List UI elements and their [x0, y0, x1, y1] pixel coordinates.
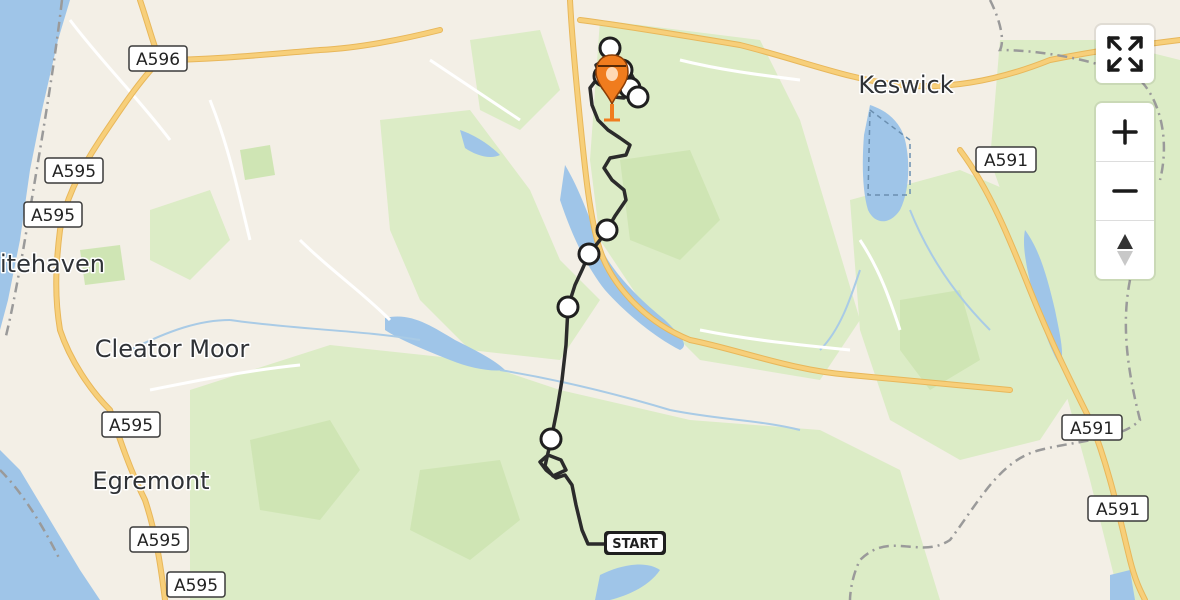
route-start-marker[interactable]: START — [604, 531, 666, 555]
road-shield-a591: A591 — [975, 146, 1037, 173]
road-shield-a591: A591 — [1087, 495, 1149, 522]
svg-text:A595: A595 — [31, 206, 75, 226]
place-label-egremont: Egremont — [92, 467, 209, 495]
reset-bearing-button[interactable] — [1096, 220, 1154, 279]
waypoint-marker[interactable] — [556, 295, 580, 319]
fullscreen-icon — [1107, 36, 1143, 72]
waypoint-marker[interactable] — [595, 218, 619, 242]
place-label-cleator-moor: Cleator Moor — [95, 335, 250, 363]
fullscreen-button[interactable] — [1096, 25, 1154, 83]
compass-icon — [1117, 234, 1133, 266]
road-shield-a595: A595 — [44, 157, 104, 184]
minus-icon — [1112, 189, 1138, 193]
road-shield-a591: A591 — [1061, 414, 1123, 441]
svg-text:A596: A596 — [136, 50, 180, 70]
route-start-label: START — [612, 537, 658, 552]
road-shield-a596: A596 — [128, 45, 188, 72]
map-canvas[interactable]: Keswick itehaven Cleator Moor Egremont A… — [0, 0, 1180, 600]
road-shield-a595: A595 — [101, 411, 161, 438]
place-label-whitehaven: itehaven — [0, 250, 105, 278]
place-label-keswick: Keswick — [858, 71, 953, 99]
zoom-out-button[interactable] — [1096, 161, 1154, 220]
svg-text:A591: A591 — [984, 151, 1028, 171]
waypoint-marker[interactable] — [539, 427, 563, 451]
road-shield-a595: A595 — [129, 526, 189, 553]
fullscreen-control — [1096, 25, 1154, 83]
road-shield-a595: A595 — [166, 571, 226, 598]
waypoint-marker[interactable] — [577, 242, 601, 266]
zoom-controls — [1096, 103, 1154, 279]
svg-text:A591: A591 — [1096, 500, 1140, 520]
road-shield-a595: A595 — [23, 201, 83, 228]
plus-icon — [1112, 119, 1138, 145]
svg-text:A595: A595 — [137, 531, 181, 551]
svg-text:A591: A591 — [1070, 419, 1114, 439]
zoom-in-button[interactable] — [1096, 103, 1154, 161]
svg-text:A595: A595 — [174, 576, 218, 596]
waypoint-marker[interactable] — [626, 85, 650, 109]
svg-text:A595: A595 — [52, 162, 96, 182]
svg-text:A595: A595 — [109, 416, 153, 436]
